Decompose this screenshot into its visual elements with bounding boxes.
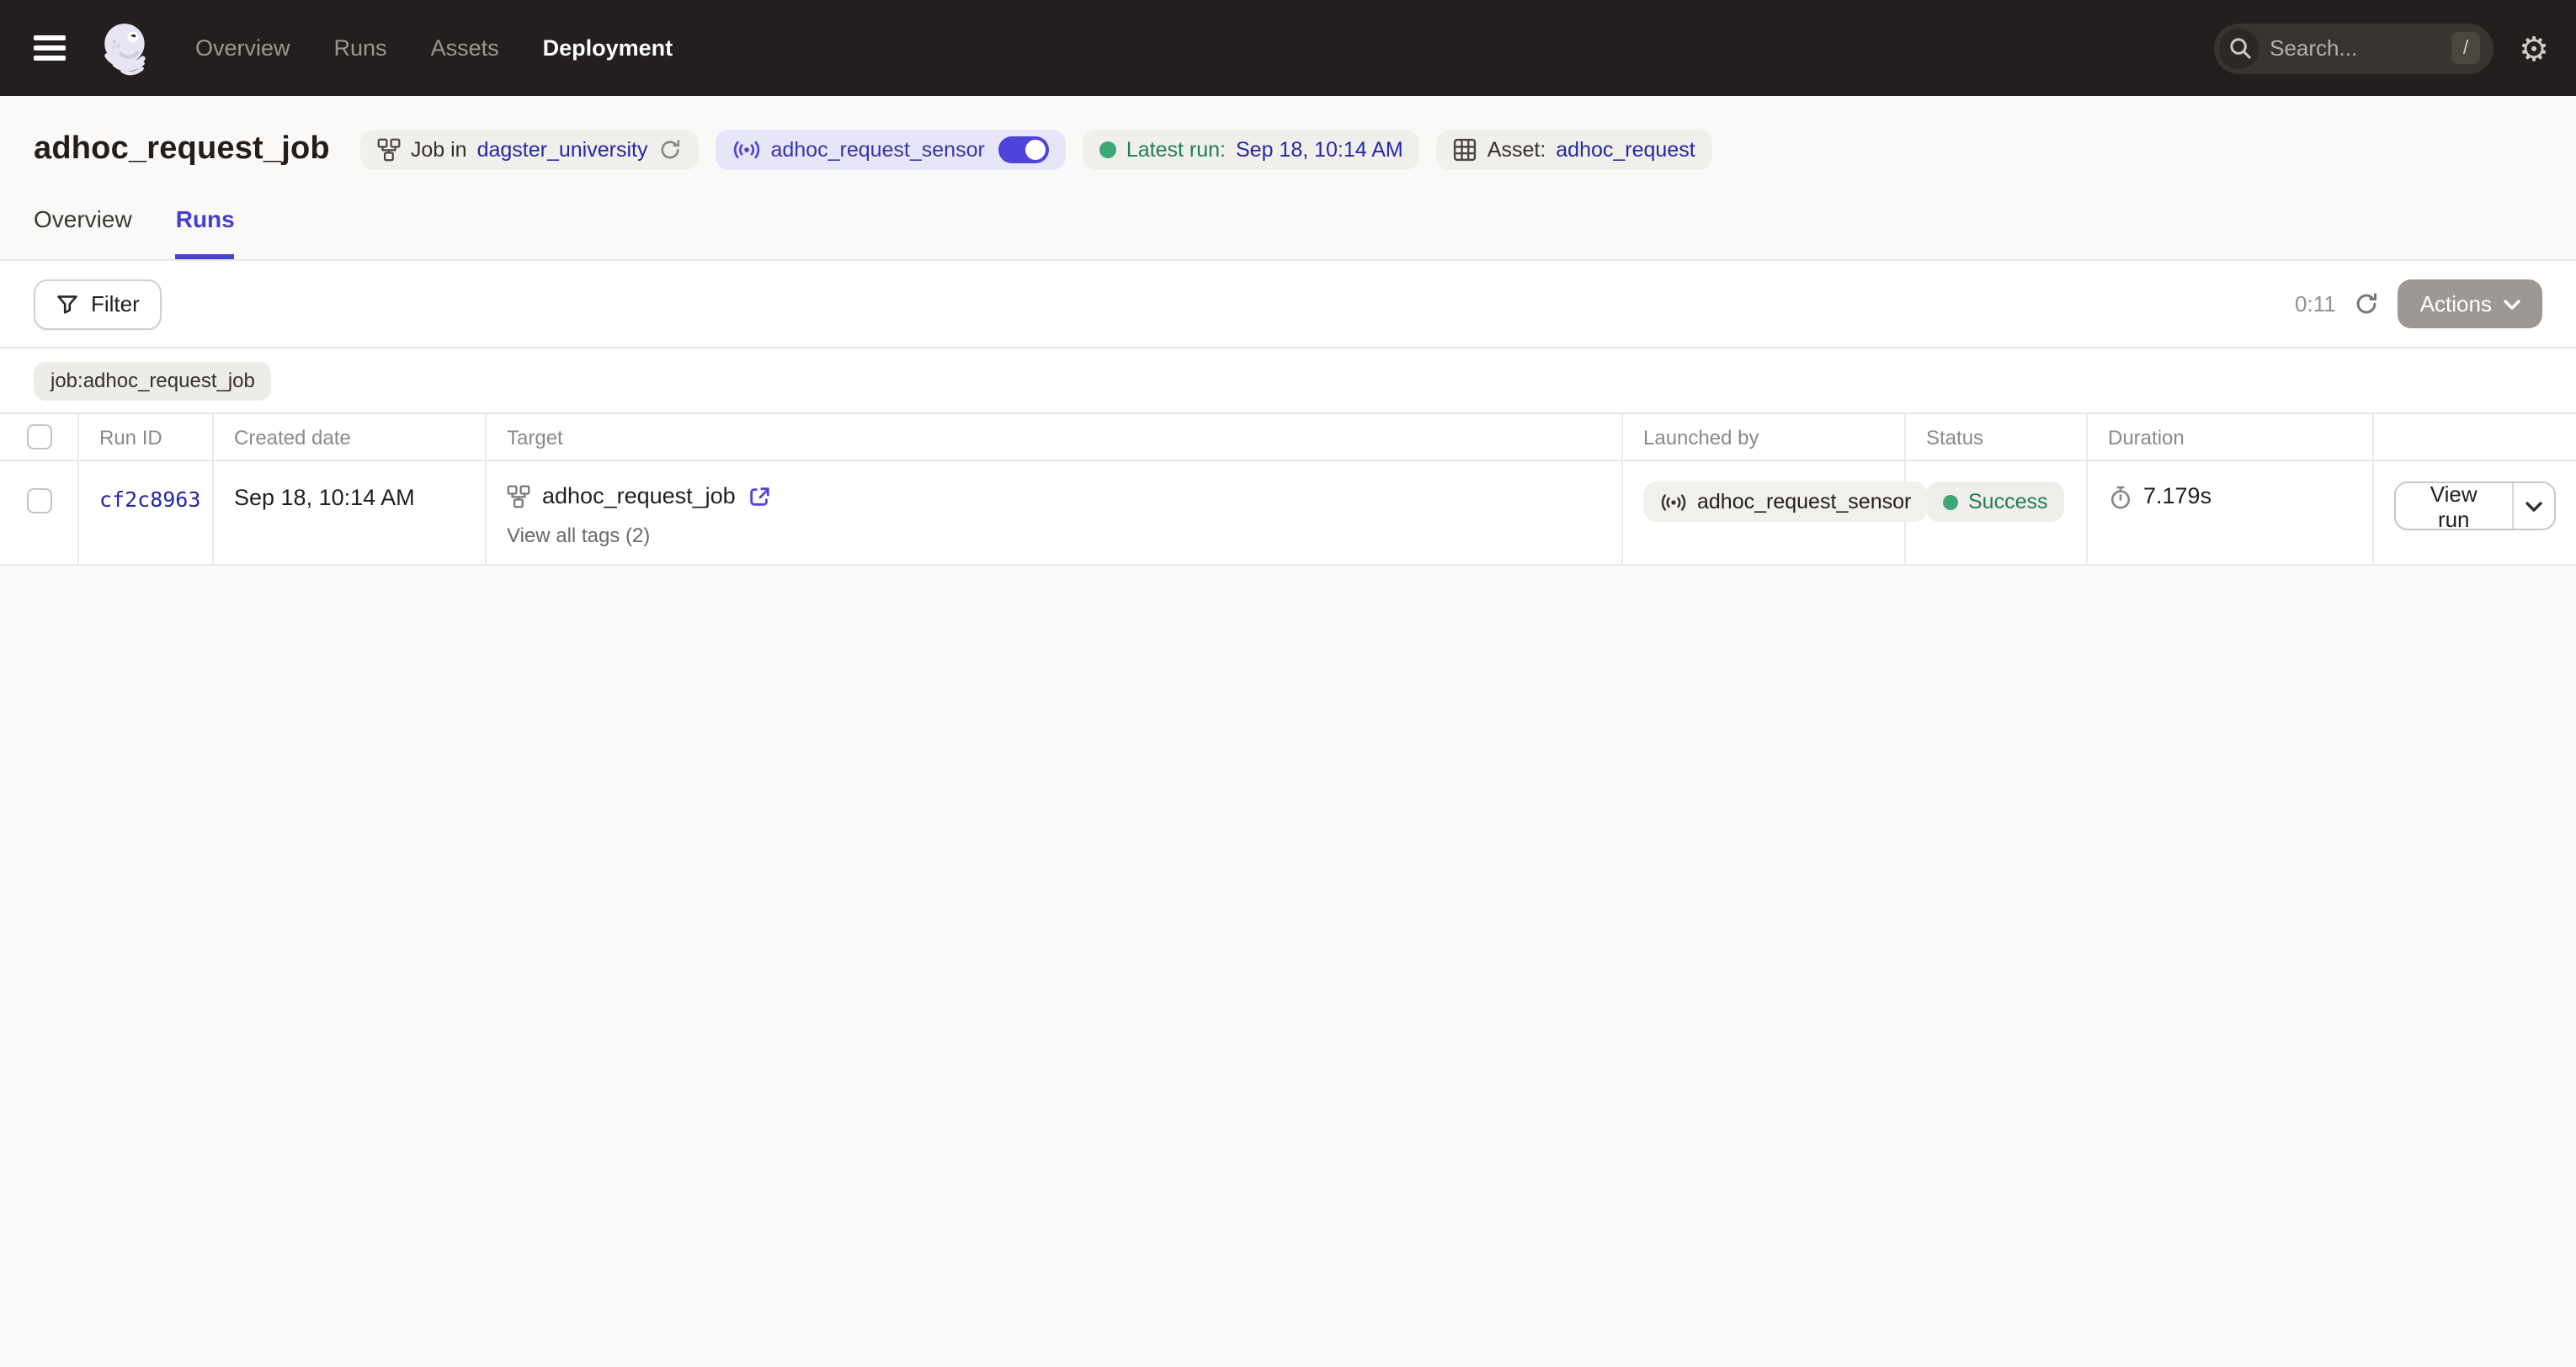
run-id-link[interactable]: cf2c8963	[99, 487, 200, 512]
launched-by-cell: adhoc_request_sensor	[1623, 461, 1906, 564]
latest-run-chip: Latest run: Sep 18, 10:14 AM	[1083, 130, 1420, 170]
column-header-target: Target	[487, 414, 1623, 460]
page-title: adhoc_request_job	[34, 131, 330, 168]
chevron-down-icon	[2504, 299, 2520, 309]
stopwatch-icon	[2108, 483, 2133, 510]
sensor-chip: adhoc_request_sensor	[715, 130, 1065, 170]
toolbar-right-group: 0:11 Actions	[2295, 279, 2542, 328]
asset-chip: Asset: adhoc_request	[1437, 130, 1712, 170]
tab-overview[interactable]: Overview	[34, 180, 132, 259]
view-run-split-button: View run	[2394, 481, 2556, 530]
duration-cell: 7.179s	[2088, 461, 2374, 564]
view-run-button[interactable]: View run	[2396, 483, 2513, 529]
column-header-created-date: Created date	[214, 414, 487, 460]
launched-by-sensor-pill[interactable]: adhoc_request_sensor	[1643, 481, 1928, 522]
top-navbar: Overview Runs Assets Deployment / ⚙	[0, 0, 2576, 96]
job-icon	[377, 138, 401, 162]
target-cell: adhoc_request_job View all tags (2)	[487, 461, 1623, 564]
latest-run-prefix: Latest run:	[1126, 138, 1226, 162]
asset-chip-prefix: Asset:	[1488, 138, 1546, 162]
success-dot-icon	[1943, 494, 1958, 509]
column-header-duration: Duration	[2088, 414, 2374, 460]
settings-gear-icon[interactable]: ⚙	[2519, 31, 2549, 65]
status-cell: Success	[1906, 461, 2088, 564]
asset-grid-icon	[1454, 138, 1477, 162]
target-job-link[interactable]: adhoc_request_job	[542, 483, 736, 508]
filter-button-label: Filter	[91, 291, 140, 316]
column-header-run-id: Run ID	[79, 414, 214, 460]
runs-table: Run ID Created date Target Launched by S…	[0, 412, 2576, 566]
hamburger-menu-icon[interactable]	[34, 36, 74, 60]
page-tabs: Overview Runs	[0, 180, 2576, 261]
runs-toolbar: Filter 0:11 Actions	[0, 261, 2576, 348]
actions-button-label: Actions	[2420, 291, 2492, 316]
asset-link[interactable]: adhoc_request	[1556, 138, 1695, 162]
duration-value: 7.179s	[2143, 483, 2211, 508]
global-search[interactable]: /	[2214, 23, 2494, 73]
external-link-icon[interactable]	[748, 484, 771, 508]
refresh-icon[interactable]	[2355, 291, 2380, 316]
page-header: adhoc_request_job Job in dagster_univers…	[0, 96, 2576, 180]
empty-page-area	[0, 566, 2576, 1367]
row-actions-cell: View run	[2374, 461, 2576, 564]
sensor-icon	[732, 140, 760, 160]
nav-item-deployment[interactable]: Deployment	[543, 35, 673, 61]
status-label: Success	[1968, 490, 2048, 513]
code-location-link[interactable]: dagster_university	[477, 138, 648, 162]
tab-runs[interactable]: Runs	[176, 180, 235, 259]
latest-run-status-dot	[1099, 141, 1116, 158]
sensor-toggle[interactable]	[998, 136, 1049, 163]
nav-item-overview[interactable]: Overview	[195, 35, 290, 61]
launched-by-label: adhoc_request_sensor	[1697, 490, 1911, 513]
status-badge: Success	[1926, 481, 2065, 522]
column-header-actions	[2374, 414, 2576, 460]
refresh-countdown: 0:11	[2295, 291, 2336, 316]
job-location-chip: Job in dagster_university	[360, 130, 699, 170]
reload-location-icon[interactable]	[657, 138, 681, 162]
app-window: Overview Runs Assets Deployment / ⚙ adho…	[0, 0, 2576, 1367]
job-filter-token[interactable]: job:adhoc_request_job	[34, 361, 272, 400]
nav-item-assets[interactable]: Assets	[431, 35, 499, 61]
main-nav: Overview Runs Assets Deployment	[195, 35, 673, 61]
dagster-logo-icon[interactable]	[98, 19, 155, 77]
latest-run-link[interactable]: Sep 18, 10:14 AM	[1236, 138, 1403, 162]
search-icon	[2219, 28, 2259, 68]
select-all-checkbox[interactable]	[26, 424, 51, 449]
nav-item-runs[interactable]: Runs	[334, 35, 387, 61]
filter-button[interactable]: Filter	[34, 279, 162, 329]
table-row: cf2c8963 Sep 18, 10:14 AM adhoc_request_…	[0, 461, 2576, 566]
job-chip-prefix: Job in	[411, 138, 467, 162]
sensor-icon	[1660, 492, 1687, 511]
search-shortcut-badge: /	[2451, 32, 2480, 64]
created-date-cell: Sep 18, 10:14 AM	[214, 461, 487, 564]
view-run-caret-button[interactable]	[2513, 483, 2554, 529]
search-input[interactable]	[2259, 35, 2451, 61]
sensor-link[interactable]: adhoc_request_sensor	[770, 138, 984, 162]
row-checkbox[interactable]	[26, 488, 51, 513]
column-header-status: Status	[1906, 414, 2088, 460]
active-filters-row: job:adhoc_request_job	[0, 348, 2576, 412]
view-all-tags-link[interactable]: View all tags (2)	[507, 524, 1601, 547]
job-icon	[507, 484, 530, 508]
column-header-launched-by: Launched by	[1623, 414, 1906, 460]
funnel-icon	[56, 292, 79, 316]
table-header-row: Run ID Created date Target Launched by S…	[0, 412, 2576, 461]
actions-button[interactable]: Actions	[2398, 279, 2542, 328]
